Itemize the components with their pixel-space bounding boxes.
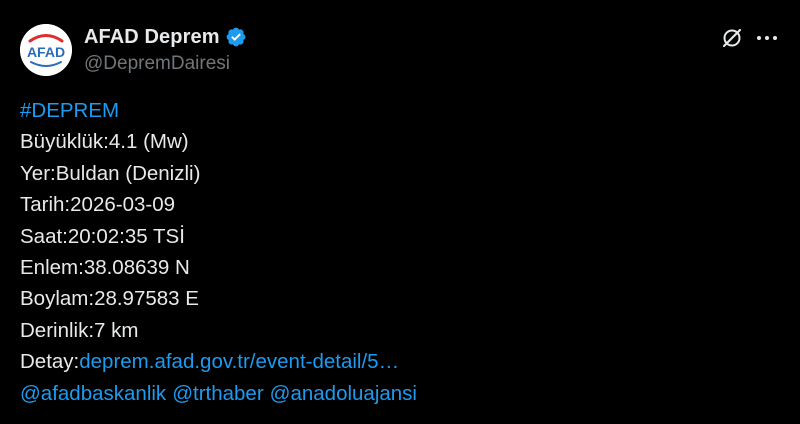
- line-label: Derinlik:: [20, 318, 95, 342]
- info-line-latitude: Enlem:38.08639 N: [20, 252, 780, 283]
- line-label: Saat:: [20, 224, 68, 248]
- display-name[interactable]: AFAD Deprem: [84, 26, 220, 49]
- grok-icon: [722, 28, 742, 48]
- tweet-header: AFAD Deprem @DepremDairesi: [84, 24, 247, 75]
- line-label: Büyüklük:: [20, 130, 109, 154]
- name-row: AFAD Deprem: [84, 24, 247, 50]
- line-value: 4.1 (Mw): [108, 130, 189, 154]
- line-label: Boylam:: [20, 287, 95, 311]
- detail-label: Detay:: [20, 350, 80, 374]
- line-label: Enlem:: [20, 256, 84, 280]
- mention-link[interactable]: @trthaber: [172, 382, 263, 405]
- line-value: 20:02:35 TSİ: [67, 224, 185, 248]
- line-value: 2026-03-09: [70, 193, 176, 217]
- tweet-text: #DEPREM Büyüklük:4.1 (Mw) Yer:Buldan (De…: [20, 95, 780, 409]
- mention-link[interactable]: @anadoluajansi: [270, 382, 417, 405]
- info-line-longitude: Boylam:28.97583 E: [20, 283, 780, 314]
- info-line-depth: Derinlik:7 km: [20, 315, 780, 346]
- tweet-card: AFAD AFAD Deprem @DepremDairesi #DEPREM …: [0, 0, 800, 424]
- line-label: Yer:: [20, 161, 56, 185]
- line-value: 7 km: [94, 318, 139, 342]
- more-horizontal-icon: [757, 36, 777, 40]
- line-value: 28.97583 E: [94, 287, 199, 311]
- afad-logo-icon: AFAD: [20, 24, 72, 76]
- grok-button[interactable]: [718, 24, 746, 52]
- info-line-location: Yer:Buldan (Denizli): [20, 158, 780, 189]
- mentions-line: @afadbaskanlik @trthaber @anadoluajansi: [20, 378, 780, 409]
- avatar-logo-text: AFAD: [27, 44, 65, 60]
- line-value: Buldan (Denizli): [55, 161, 201, 185]
- info-line-date: Tarih:2026-03-09: [20, 189, 780, 220]
- avatar[interactable]: AFAD: [20, 24, 72, 76]
- mention-link[interactable]: @afadbaskanlik: [20, 382, 166, 405]
- user-handle[interactable]: @DepremDairesi: [84, 53, 247, 75]
- info-line-detail: Detay:deprem.afad.gov.tr/event-detail/5…: [20, 346, 780, 377]
- info-line-magnitude: Büyüklük:4.1 (Mw): [20, 126, 780, 157]
- detail-link[interactable]: deprem.afad.gov.tr/event-detail/5…: [79, 350, 399, 373]
- more-options-button[interactable]: [752, 24, 782, 52]
- line-label: Tarih:: [20, 193, 71, 217]
- info-line-time: Saat:20:02:35 TSİ: [20, 221, 780, 252]
- hashtag-link[interactable]: #DEPREM: [20, 99, 119, 122]
- line-value: 38.08639 N: [83, 256, 190, 280]
- verified-badge-icon[interactable]: [225, 26, 247, 48]
